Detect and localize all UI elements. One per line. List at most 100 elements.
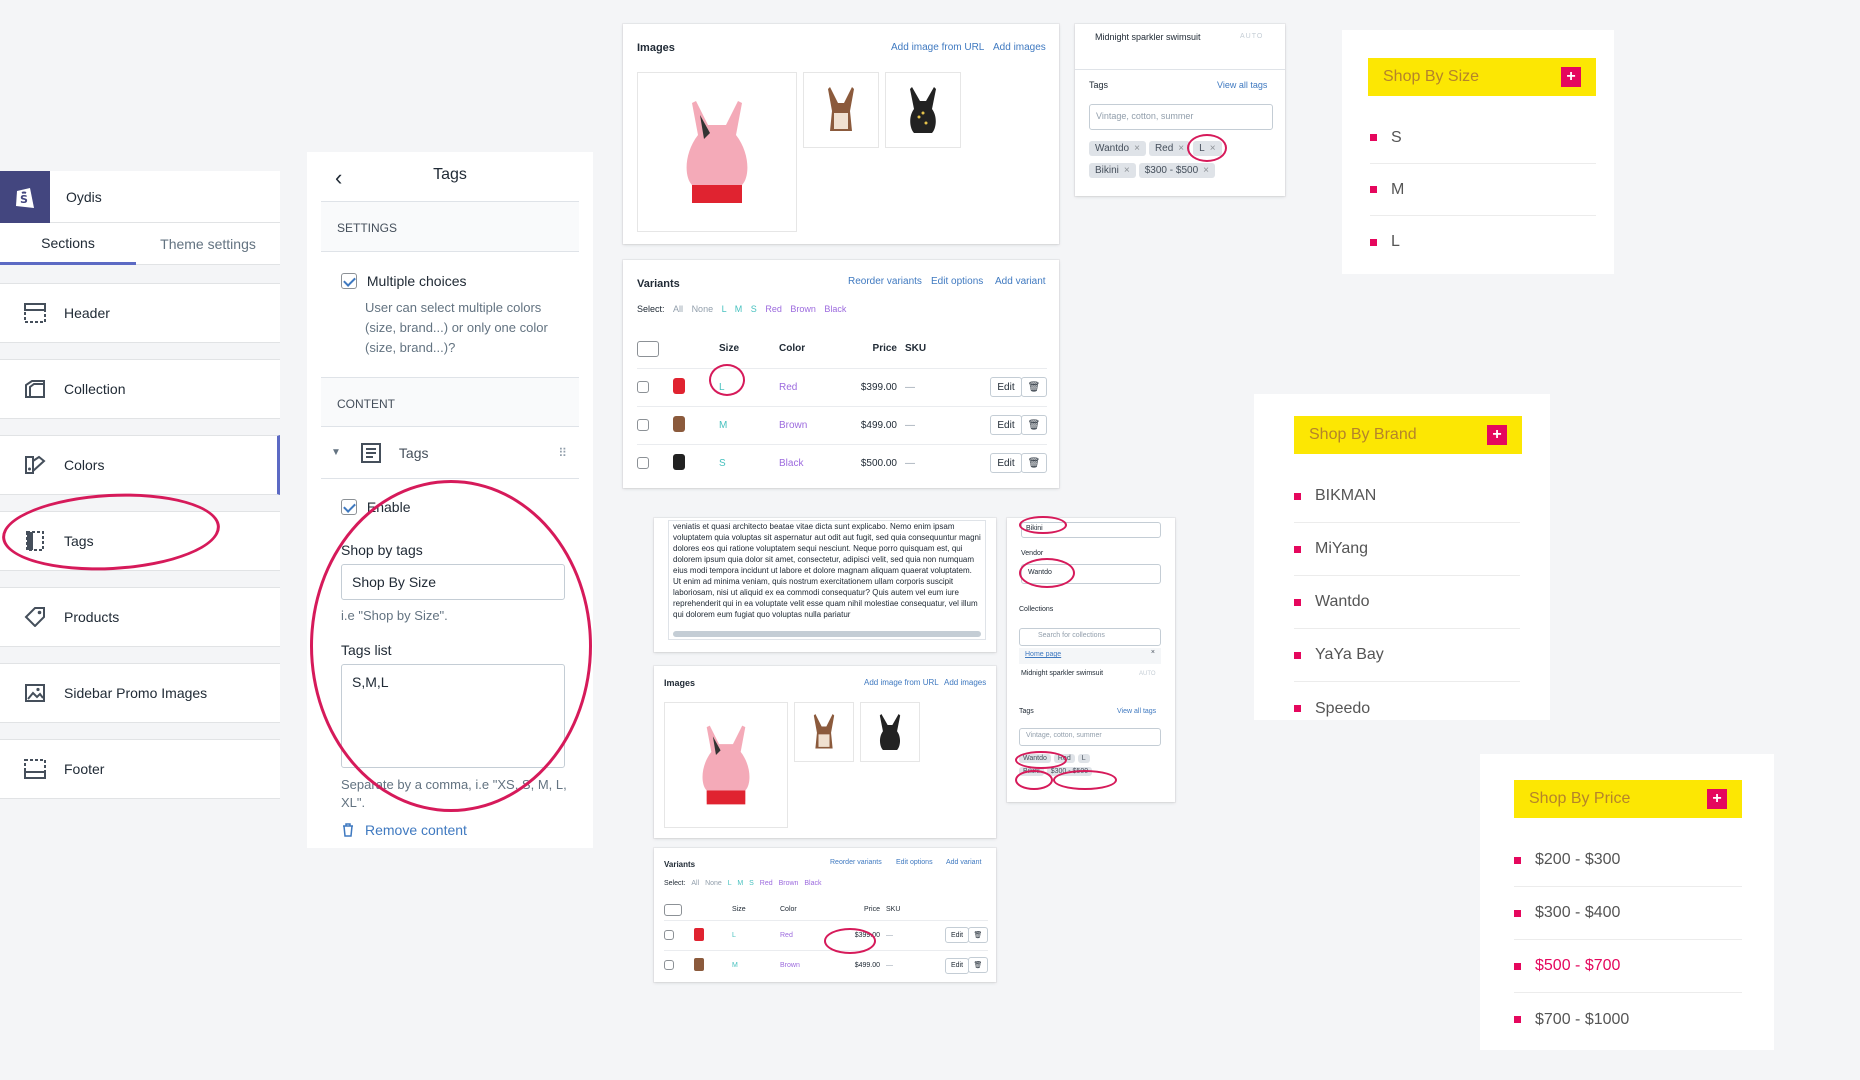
product-image-brown-small[interactable] xyxy=(794,702,854,762)
price-item[interactable]: $300 - $400 xyxy=(1514,887,1742,940)
tags-block-row[interactable]: ▼ Tags ⠿ xyxy=(321,427,579,479)
price-item[interactable]: $700 - $1000 xyxy=(1514,993,1742,1046)
select-none[interactable]: None xyxy=(692,304,714,314)
add-image-url-link-small[interactable]: Add image from URL xyxy=(864,678,939,687)
product-image-main[interactable] xyxy=(637,72,797,232)
brand-item-miyang[interactable]: MiYang xyxy=(1294,523,1520,576)
org-tag-input[interactable]: Vintage, cotton, summer xyxy=(1019,728,1161,746)
select-l[interactable]: L xyxy=(722,304,727,314)
row-checkbox[interactable] xyxy=(637,457,649,470)
brand-item-bikman[interactable]: BIKMAN xyxy=(1294,470,1520,523)
product-image-black[interactable] xyxy=(885,72,961,148)
expand-plus-icon[interactable]: + xyxy=(1707,789,1727,809)
table-row[interactable]: M Brown $499.00 — Edit 🗑 xyxy=(637,405,1047,444)
sidebar-item-header[interactable]: Header xyxy=(0,283,280,343)
remove-content-button[interactable]: Remove content xyxy=(341,822,467,838)
delete-variant-icon[interactable]: 🗑 xyxy=(968,926,988,943)
table-row[interactable]: S Black $500.00 — Edit 🗑 xyxy=(637,443,1047,482)
edit-variant-button[interactable]: Edit xyxy=(990,453,1022,474)
tag-chip[interactable]: $300 - $500 xyxy=(1046,767,1093,776)
enable-checkbox[interactable] xyxy=(341,499,357,516)
size-item-m[interactable]: M xyxy=(1370,164,1596,216)
remove-collection-icon[interactable]: × xyxy=(1151,649,1155,656)
edit-variant-button[interactable]: Edit xyxy=(945,927,969,944)
horizontal-scrollbar[interactable] xyxy=(673,631,981,637)
remove-tag-icon[interactable]: × xyxy=(1124,165,1130,176)
price-item-active[interactable]: $500 - $700 xyxy=(1514,940,1742,993)
product-image-main-small[interactable] xyxy=(664,702,788,828)
delete-variant-icon[interactable]: 🗑 xyxy=(1021,377,1047,397)
description-editor[interactable]: veniatis et quasi architecto beatae vita… xyxy=(668,520,986,640)
tags-list-textarea[interactable]: S,M,L xyxy=(341,664,565,768)
select-all-checkbox[interactable] xyxy=(664,903,682,916)
expand-plus-icon[interactable]: + xyxy=(1561,67,1581,87)
select-red[interactable]: Red xyxy=(760,880,773,887)
product-image-black-small[interactable] xyxy=(860,702,920,762)
add-variant-link[interactable]: Add variant xyxy=(995,276,1046,287)
edit-variant-button[interactable]: Edit xyxy=(945,957,969,974)
remove-tag-icon[interactable]: × xyxy=(1203,165,1209,176)
select-all[interactable]: All xyxy=(691,880,699,887)
remove-tag-icon[interactable]: × xyxy=(1134,143,1140,154)
row-checkbox[interactable] xyxy=(664,930,674,940)
remove-tag-icon[interactable]: × xyxy=(1178,143,1184,154)
delete-variant-icon[interactable]: 🗑 xyxy=(968,957,988,973)
row-checkbox[interactable] xyxy=(664,960,674,971)
row-checkbox[interactable] xyxy=(637,419,649,431)
tag-chip[interactable]: Red × xyxy=(1148,141,1191,156)
price-widget-header[interactable]: Shop By Price + xyxy=(1514,780,1742,818)
select-none[interactable]: None xyxy=(705,880,722,887)
table-row[interactable]: L Red $399.00 — Edit 🗑 xyxy=(637,367,1047,406)
edit-variant-button[interactable]: Edit xyxy=(990,377,1022,397)
delete-variant-icon[interactable]: 🗑 xyxy=(1021,415,1047,435)
collection-chip[interactable]: Home page × xyxy=(1019,648,1161,664)
select-m[interactable]: M xyxy=(735,304,743,314)
delete-variant-icon[interactable]: 🗑 xyxy=(1021,453,1047,474)
tag-chip[interactable]: Red xyxy=(1053,754,1075,763)
add-variant-link-small[interactable]: Add variant xyxy=(946,859,981,866)
select-all-checkbox[interactable] xyxy=(637,340,659,357)
tab-sections[interactable]: Sections xyxy=(0,223,136,265)
edit-options-link[interactable]: Edit options xyxy=(931,276,983,287)
expand-plus-icon[interactable]: + xyxy=(1487,425,1507,445)
brand-item-yaya-bay[interactable]: YaYa Bay xyxy=(1294,629,1520,682)
select-red[interactable]: Red xyxy=(765,304,782,314)
brand-widget-header[interactable]: Shop By Brand + xyxy=(1294,416,1522,454)
sidebar-item-collection[interactable]: Collection xyxy=(0,359,280,419)
edit-variant-button[interactable]: Edit xyxy=(990,415,1022,435)
select-l[interactable]: L xyxy=(728,880,732,887)
add-images-link-small[interactable]: Add images xyxy=(944,678,986,687)
row-checkbox[interactable] xyxy=(637,381,649,393)
select-brown[interactable]: Brown xyxy=(790,304,816,314)
price-item[interactable]: $200 - $300 xyxy=(1514,834,1742,887)
shopify-logo-icon[interactable]: S xyxy=(0,170,50,223)
product-type-select[interactable]: Bikini xyxy=(1021,522,1161,538)
product-image-brown[interactable] xyxy=(803,72,879,148)
select-brown[interactable]: Brown xyxy=(779,880,799,887)
size-item-l[interactable]: L xyxy=(1370,216,1596,268)
collection-link[interactable]: Home page xyxy=(1025,651,1061,658)
collection-search-input[interactable]: Search for collections xyxy=(1019,628,1161,646)
select-black[interactable]: Black xyxy=(824,304,846,314)
edit-options-link-small[interactable]: Edit options xyxy=(896,859,933,866)
table-row[interactable]: M Brown $499.00 — Edit 🗑 xyxy=(664,950,988,980)
tag-chip[interactable]: $300 - $500 × xyxy=(1138,163,1215,178)
select-s[interactable]: S xyxy=(751,304,757,314)
reorder-variants-link[interactable]: Reorder variants xyxy=(848,276,922,287)
collapse-caret-icon[interactable]: ▼ xyxy=(331,447,341,458)
tag-chip[interactable]: L × xyxy=(1193,141,1222,156)
sidebar-item-footer[interactable]: Footer xyxy=(0,739,280,799)
tag-chip[interactable]: Wantdo × xyxy=(1089,141,1146,156)
view-all-tags-link[interactable]: View all tags xyxy=(1217,80,1267,90)
drag-handle-icon[interactable]: ⠿ xyxy=(558,446,567,460)
select-m[interactable]: M xyxy=(737,880,743,887)
reorder-variants-link-small[interactable]: Reorder variants xyxy=(830,859,882,866)
sidebar-item-products[interactable]: Products xyxy=(0,587,280,647)
sidebar-item-tags[interactable]: Tags xyxy=(0,511,280,571)
tag-chip[interactable]: Bikini × xyxy=(1089,163,1136,178)
tab-theme-settings[interactable]: Theme settings xyxy=(136,223,280,265)
tag-chip[interactable]: L xyxy=(1077,754,1090,763)
select-all[interactable]: All xyxy=(673,304,683,314)
remove-tag-icon[interactable]: × xyxy=(1210,143,1216,154)
multiple-choices-checkbox[interactable] xyxy=(341,273,357,290)
